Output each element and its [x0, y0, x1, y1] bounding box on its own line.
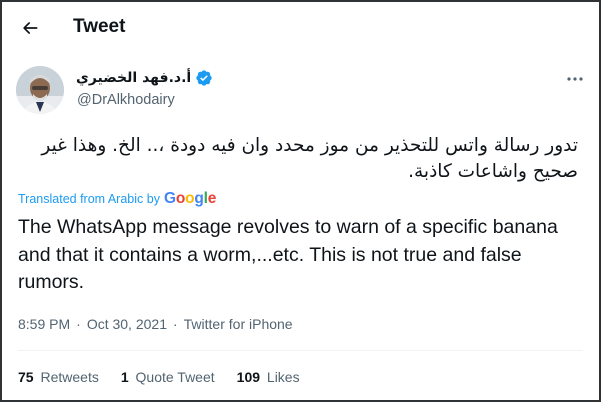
author-display-name[interactable]: أ.د.فهد الخضيري: [76, 70, 191, 86]
google-logo: Google: [163, 190, 217, 207]
tweet-source[interactable]: Twitter for iPhone: [184, 316, 293, 332]
likes-stat[interactable]: 109 Likes: [237, 369, 300, 385]
meta-separator: ·: [76, 316, 81, 332]
author-handle[interactable]: @DrAlkhodairy: [77, 92, 175, 108]
tweet-meta: 8:59 PM · Oct 30, 2021 · Twitter for iPh…: [18, 316, 293, 332]
likes-label: Likes: [266, 369, 300, 385]
translation-attribution[interactable]: Translated from Arabic by Google: [18, 190, 216, 208]
divider: [18, 350, 583, 351]
tweet-date[interactable]: Oct 30, 2021: [87, 316, 167, 332]
tweet-text-translated: The WhatsApp message revolves to warn of…: [18, 216, 558, 293]
verified-badge-icon: [196, 70, 212, 86]
tweet-stats: 75 Retweets 1 Quote Tweet 109 Likes: [18, 369, 322, 385]
tweet-time[interactable]: 8:59 PM: [18, 316, 70, 332]
more-dots-icon: [567, 77, 583, 81]
more-options-button[interactable]: [564, 70, 586, 88]
author-name-row[interactable]: أ.د.فهد الخضيري: [76, 69, 213, 87]
quote-tweets-stat[interactable]: 1 Quote Tweet: [121, 369, 215, 385]
arrow-left-icon: [23, 22, 38, 34]
retweets-count: 75: [18, 369, 34, 385]
retweets-label: Retweets: [40, 369, 99, 385]
tweet-text-original: تدور رسالة واتس للتحذير من موز محدد وان …: [41, 135, 578, 182]
profile-photo: [16, 66, 64, 114]
quotes-count: 1: [120, 369, 129, 385]
retweets-stat[interactable]: 75 Retweets: [18, 369, 99, 385]
quotes-label: Quote Tweet: [135, 369, 215, 385]
meta-separator: ·: [172, 316, 178, 332]
translated-label: Translated from Arabic by: [18, 192, 160, 206]
page-title: Tweet: [73, 16, 126, 37]
avatar[interactable]: [16, 66, 64, 114]
likes-count: 109: [236, 369, 261, 385]
tweet-window: Tweet أ.د.فهد الخضيري @DrAlkhodairy تدور…: [0, 0, 601, 402]
header-bar: Tweet: [2, 2, 599, 56]
back-button[interactable]: [14, 12, 46, 44]
